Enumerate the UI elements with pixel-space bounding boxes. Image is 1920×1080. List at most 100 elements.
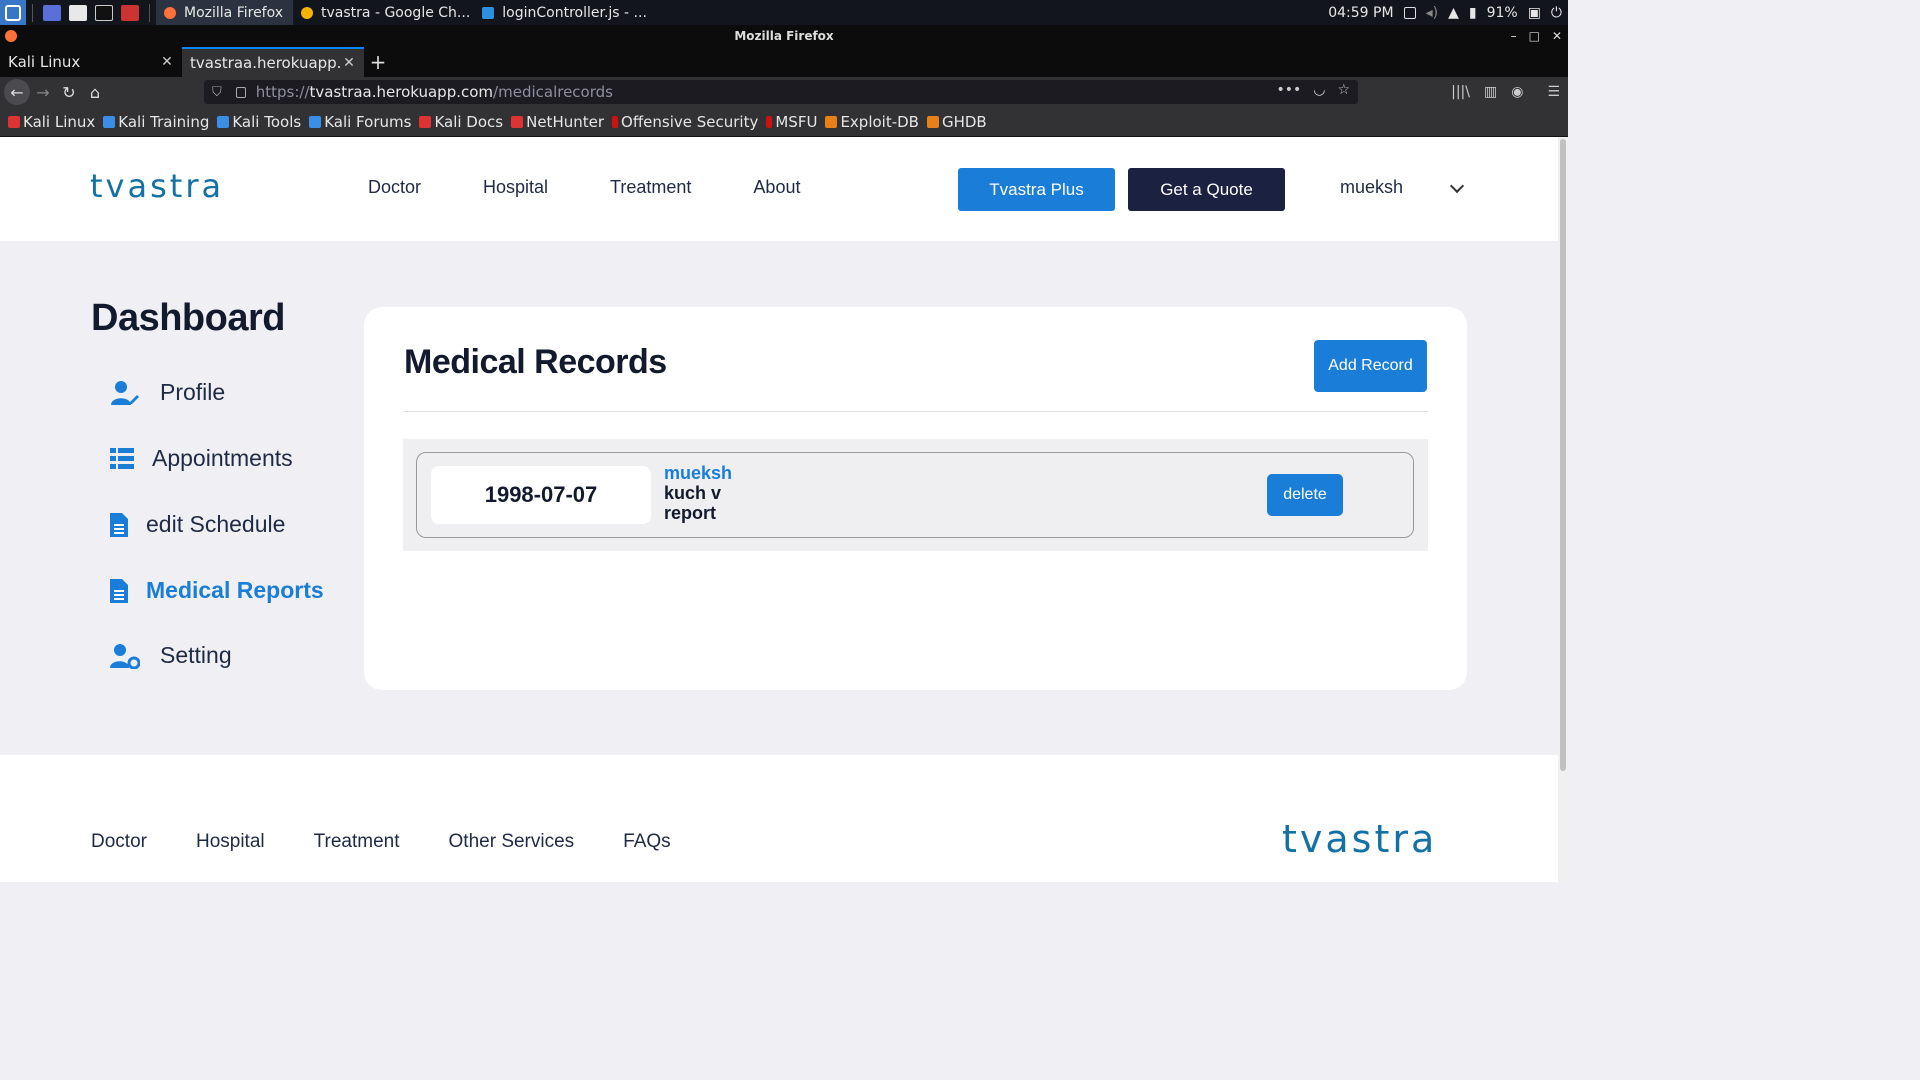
bookmark-ghdb[interactable]: GHDB <box>926 113 987 131</box>
record-date: 1998-07-07 <box>431 466 651 524</box>
firefox-logo-icon <box>5 30 17 42</box>
delete-record-button[interactable]: delete <box>1267 474 1343 516</box>
system-tray: 04:59 PM ◂) ▲ ▮ 91% ▣ ⏻ <box>1328 0 1562 25</box>
task-firefox[interactable]: Mozilla Firefox <box>156 0 294 25</box>
workspace-icon[interactable] <box>121 4 139 21</box>
close-tab-icon[interactable]: ✕ <box>342 55 356 71</box>
navigation-toolbar: ← → ↻ ⌂ ⛉ https:// tvastraa.herokuapp.co… <box>0 77 1568 107</box>
sidebar-item-label: Setting <box>160 642 232 668</box>
task-chrome[interactable]: tvastra - Google Ch... <box>293 0 480 25</box>
get-quote-button[interactable]: Get a Quote <box>1128 168 1285 211</box>
tvastra-plus-button[interactable]: Tvastra Plus <box>958 168 1115 211</box>
bookmark-kali-forums[interactable]: Kali Forums <box>309 113 411 131</box>
nav-doctor[interactable]: Doctor <box>368 177 421 198</box>
file-manager-icon[interactable] <box>69 4 87 21</box>
sidebar-item-profile[interactable]: Profile <box>110 379 225 406</box>
clock[interactable]: 04:59 PM <box>1328 5 1393 21</box>
close-tab-icon[interactable]: ✕ <box>160 54 174 70</box>
menu-icon[interactable]: ☰ <box>1547 84 1560 100</box>
chevron-down-icon[interactable] <box>1449 178 1465 194</box>
sidebar-item-setting[interactable]: Setting <box>110 642 232 669</box>
notification-icon[interactable]: ▲ <box>1448 5 1459 21</box>
sidebar-icon[interactable]: ▥ <box>1484 84 1497 100</box>
exploit-db-icon <box>825 115 838 128</box>
maximize-icon[interactable]: □ <box>1529 25 1540 47</box>
tab-title: Kali Linux <box>8 53 81 71</box>
page-actions-icon[interactable]: ••• <box>1276 82 1301 98</box>
new-tab-button[interactable]: + <box>364 47 392 77</box>
bookmark-msfu[interactable]: MSFU <box>766 113 817 131</box>
back-button[interactable]: ← <box>4 79 30 105</box>
url-bar[interactable]: ⛉ https:// tvastraa.herokuapp.com /medic… <box>204 80 1358 104</box>
footer-link-treatment[interactable]: Treatment <box>314 831 400 853</box>
power-icon[interactable]: ⏻ <box>1551 5 1562 21</box>
sidebar-item-edit-schedule[interactable]: edit Schedule <box>110 511 285 538</box>
terminal-icon[interactable] <box>95 4 113 21</box>
scrollbar-thumb[interactable] <box>1560 139 1566 771</box>
bookmarks-toolbar: Kali Linux Kali Training Kali Tools Kali… <box>0 107 1568 137</box>
tvastra-logo[interactable]: tvastra <box>90 167 224 205</box>
bookmark-kali-docs[interactable]: Kali Docs <box>419 113 503 131</box>
battery-icon[interactable]: ▮ <box>1469 5 1477 21</box>
record-info: mueksh kuch v report <box>664 463 754 523</box>
close-window-icon[interactable]: ✕ <box>1552 25 1562 47</box>
tab-title: tvastraa.herokuapp.com <box>190 54 342 72</box>
bookmark-kali-tools[interactable]: Kali Tools <box>217 113 301 131</box>
offsec-icon <box>612 115 619 128</box>
library-icon[interactable]: |||\ <box>1451 84 1470 100</box>
lock-icon[interactable]: ▣ <box>1528 5 1541 21</box>
user-menu[interactable]: mueksh <box>1340 177 1403 198</box>
display-icon[interactable] <box>1403 6 1416 19</box>
nav-treatment[interactable]: Treatment <box>610 177 691 198</box>
kali-menu-button[interactable] <box>0 0 26 25</box>
page-title: Medical Records <box>404 343 667 381</box>
bookmark-offensive-security[interactable]: Offensive Security <box>612 113 758 131</box>
vscode-icon <box>482 6 495 19</box>
os-taskbar: Mozilla Firefox tvastra - Google Ch... l… <box>0 0 1568 25</box>
pocket-icon[interactable]: ◡ <box>1313 82 1325 98</box>
user-edit-icon <box>111 380 139 405</box>
tracking-shield-icon[interactable]: ⛉ <box>212 85 222 100</box>
user-cog-icon <box>110 643 140 669</box>
record-item: 1998-07-07 mueksh kuch v report delete <box>416 452 1414 538</box>
tab-kali-linux[interactable]: Kali Linux ✕ <box>0 47 182 77</box>
bookmark-star-icon[interactable]: ☆ <box>1337 82 1350 98</box>
tab-tvastra[interactable]: tvastraa.herokuapp.com ✕ <box>182 47 364 77</box>
bookmark-kali-linux[interactable]: Kali Linux <box>8 113 95 131</box>
kali-icon <box>8 115 20 128</box>
bookmark-nethunter[interactable]: NetHunter <box>511 113 604 131</box>
account-icon[interactable]: ◉ <box>1511 84 1523 100</box>
footer-link-other-services[interactable]: Other Services <box>449 831 575 853</box>
page-scrollbar[interactable] <box>1558 137 1568 882</box>
task-vscode[interactable]: loginController.js - ... <box>480 0 657 25</box>
reload-button[interactable]: ↻ <box>56 79 82 105</box>
task-label: Mozilla Firefox <box>184 4 284 21</box>
volume-icon[interactable]: ◂) <box>1426 5 1439 21</box>
sidebar-item-medical-reports[interactable]: Medical Reports <box>110 577 324 604</box>
medical-records-card: Medical Records Add Record 1998-07-07 mu… <box>364 307 1467 690</box>
kali-icon <box>309 115 322 128</box>
list-icon <box>110 447 134 469</box>
footer-link-hospital[interactable]: Hospital <box>196 831 265 853</box>
battery-level: 91% <box>1486 4 1518 21</box>
forward-button[interactable]: → <box>30 79 56 105</box>
footer-link-doctor[interactable]: Doctor <box>91 831 147 853</box>
sidebar-item-label: Profile <box>160 379 226 405</box>
nav-hospital[interactable]: Hospital <box>483 177 548 198</box>
web-page: tvastra Doctor Hospital Treatment About … <box>0 137 1558 882</box>
footer-link-faqs[interactable]: FAQs <box>623 831 671 853</box>
minimize-icon[interactable]: – <box>1511 25 1517 47</box>
nav-about[interactable]: About <box>753 177 800 198</box>
add-record-button[interactable]: Add Record <box>1314 340 1427 392</box>
window-controls: – □ ✕ <box>1511 25 1562 47</box>
footer-logo[interactable]: tvastra <box>1282 817 1437 861</box>
sidebar-item-appointments[interactable]: Appointments <box>110 445 293 472</box>
lock-icon[interactable] <box>235 86 246 98</box>
bookmark-exploit-db[interactable]: Exploit-DB <box>825 113 919 131</box>
bookmark-kali-training[interactable]: Kali Training <box>103 113 209 131</box>
desktop-icon[interactable] <box>43 4 61 21</box>
document-icon <box>110 512 128 537</box>
dashboard-title: Dashboard <box>91 297 285 339</box>
site-footer: Doctor Hospital Treatment Other Services… <box>0 755 1558 882</box>
home-button[interactable]: ⌂ <box>82 79 108 105</box>
